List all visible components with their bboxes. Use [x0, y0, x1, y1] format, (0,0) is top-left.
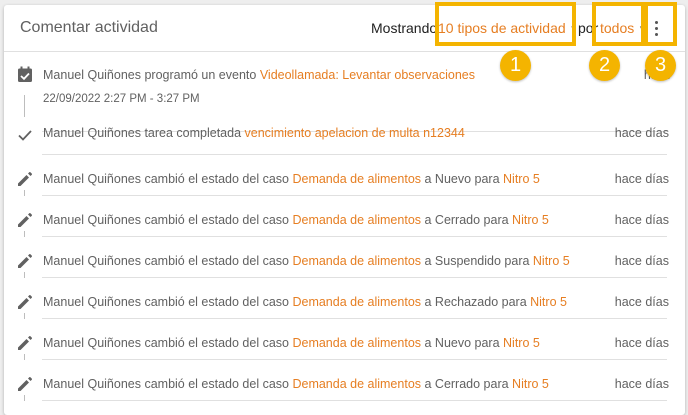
activity-row: Manuel Quiñones cambió el estado del cas…: [4, 278, 685, 319]
activity-client-link[interactable]: Nitro 5: [530, 295, 567, 309]
activity-time: hace días: [614, 172, 669, 186]
activity-row: Manuel Quiñones cambió el estado del cas…: [4, 319, 685, 360]
callout-badge-3: 3: [645, 50, 676, 81]
callout-badge-1: 1: [500, 50, 531, 81]
activity-text: Manuel Quiñones tarea completada vencimi…: [43, 126, 465, 140]
activity-client-link[interactable]: Nitro 5: [512, 377, 549, 391]
highlight-user-filter: [592, 2, 645, 46]
activity-text: Manuel Quiñones programó un evento Video…: [43, 68, 475, 82]
activity-row: Manuel Quiñones tarea completada vencimi…: [4, 126, 685, 155]
activity-time: hace días: [614, 336, 669, 350]
activity-client-link[interactable]: Nitro 5: [503, 172, 540, 186]
activity-text: Manuel Quiñones cambió el estado del cas…: [43, 295, 567, 309]
activity-client-link[interactable]: Nitro 5: [533, 254, 570, 268]
highlight-type-filter: [435, 2, 576, 46]
callout-badge-2: 2: [589, 50, 620, 81]
activity-client-link[interactable]: Nitro 5: [512, 213, 549, 227]
activity-card: Comentar actividad Mostrando 10 tipos de…: [4, 5, 685, 415]
pencil-icon: [16, 293, 34, 311]
calendar-check-icon: [16, 65, 34, 83]
activity-time: hace días: [614, 254, 669, 268]
activity-row: Manuel Quiñones programó un evento Video…: [4, 51, 685, 132]
activity-link[interactable]: Videollamada: Levantar observaciones: [260, 68, 475, 82]
pencil-icon: [16, 170, 34, 188]
activity-time: hace días: [614, 295, 669, 309]
pencil-icon: [16, 252, 34, 270]
activity-link[interactable]: vencimiento apelacion de multa n12344: [245, 126, 465, 140]
check-icon: [16, 126, 34, 144]
pencil-icon: [16, 334, 34, 352]
activity-row: Manuel Quiñones cambió el estado del cas…: [4, 196, 685, 237]
activity-text: Manuel Quiñones cambió el estado del cas…: [43, 336, 540, 350]
activity-text: Manuel Quiñones cambió el estado del cas…: [43, 377, 549, 391]
page-title: Comentar actividad: [20, 19, 158, 36]
activity-text: Manuel Quiñones cambió el estado del cas…: [43, 213, 549, 227]
activity-row: Manuel Quiñones cambió el estado del cas…: [4, 155, 685, 196]
activity-time: hace días: [614, 126, 669, 140]
activity-text: Manuel Quiñones cambió el estado del cas…: [43, 172, 540, 186]
activity-header: Comentar actividad Mostrando 10 tipos de…: [4, 5, 685, 52]
event-date: 22/09/2022 2:27 PM - 3:27 PM: [43, 93, 200, 105]
pencil-icon: [16, 211, 34, 229]
activity-case-link[interactable]: Demanda de alimentos: [292, 172, 421, 186]
activity-case-link[interactable]: Demanda de alimentos: [292, 377, 421, 391]
activity-time: hace días: [614, 213, 669, 227]
highlight-more-button: [644, 2, 677, 46]
activity-text: Manuel Quiñones cambió el estado del cas…: [43, 254, 570, 268]
showing-label: Mostrando: [371, 20, 438, 36]
activity-case-link[interactable]: Demanda de alimentos: [292, 295, 421, 309]
pencil-icon: [16, 375, 34, 393]
activity-case-link[interactable]: Demanda de alimentos: [292, 336, 421, 350]
activity-case-link[interactable]: Demanda de alimentos: [292, 254, 421, 268]
activity-client-link[interactable]: Nitro 5: [503, 336, 540, 350]
activity-time: hace días: [614, 377, 669, 391]
activity-row: Manuel Quiñones cambió el estado del cas…: [4, 237, 685, 278]
activity-row: Manuel Quiñones cambió el estado del cas…: [4, 360, 685, 401]
activity-case-link[interactable]: Demanda de alimentos: [292, 213, 421, 227]
